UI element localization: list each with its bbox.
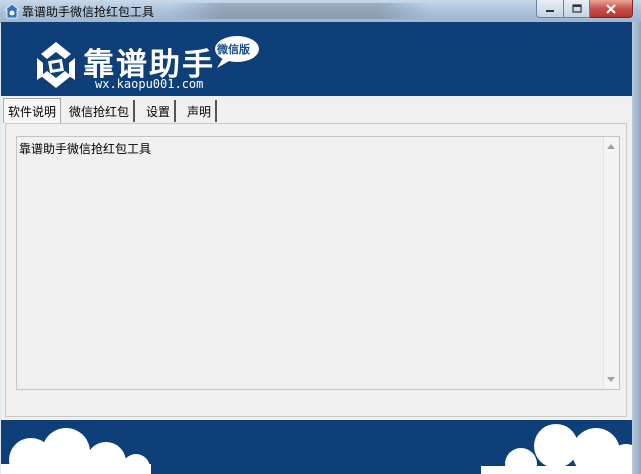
edition-badge: 微信版 (217, 43, 250, 56)
minimize-icon (546, 9, 554, 12)
logo-icon (37, 42, 75, 88)
footer-banner (1, 420, 632, 474)
brand-banner: 靠谱助手 微信版 wx.kaopu001.com (1, 22, 632, 96)
tab-software-info[interactable]: 软件说明 (3, 98, 62, 123)
description-text: 靠谱助手微信抢红包工具 (19, 142, 152, 156)
tab-panel: 靠谱助手微信抢红包工具 (5, 123, 627, 417)
vertical-scrollbar[interactable] (603, 137, 619, 389)
clouds-decoration (1, 424, 632, 474)
window-frame-right (632, 22, 641, 474)
main-body: 软件说明 微信抢红包 设置 声明 靠谱助手微信抢红包工具 (1, 96, 632, 420)
scroll-up-icon[interactable] (607, 144, 615, 149)
close-button[interactable] (590, 0, 633, 18)
tab-strip: 软件说明 微信抢红包 设置 声明 (3, 98, 224, 124)
description-textarea[interactable]: 靠谱助手微信抢红包工具 (16, 136, 620, 390)
title-bar[interactable]: 靠谱助手微信抢红包工具 (0, 0, 641, 23)
brand-url: wx.kaopu001.com (95, 77, 204, 91)
app-icon (4, 3, 20, 19)
title-bar-background (170, 3, 430, 19)
close-icon (606, 3, 616, 14)
window-title: 靠谱助手微信抢红包工具 (22, 5, 155, 19)
tab-statement[interactable]: 声明 (183, 100, 218, 122)
maximize-button[interactable] (564, 0, 590, 18)
caption-buttons (536, 0, 633, 18)
minimize-button[interactable] (536, 0, 564, 18)
scroll-down-icon[interactable] (607, 377, 615, 382)
maximize-icon (571, 4, 582, 13)
main-window: 靠谱助手微信抢红包工具 靠谱助手 微信版 wx.kaopu001.com 软件说… (0, 0, 641, 474)
tab-wechat-red-packet[interactable]: 微信抢红包 (65, 100, 136, 122)
tab-settings[interactable]: 设置 (142, 100, 177, 122)
